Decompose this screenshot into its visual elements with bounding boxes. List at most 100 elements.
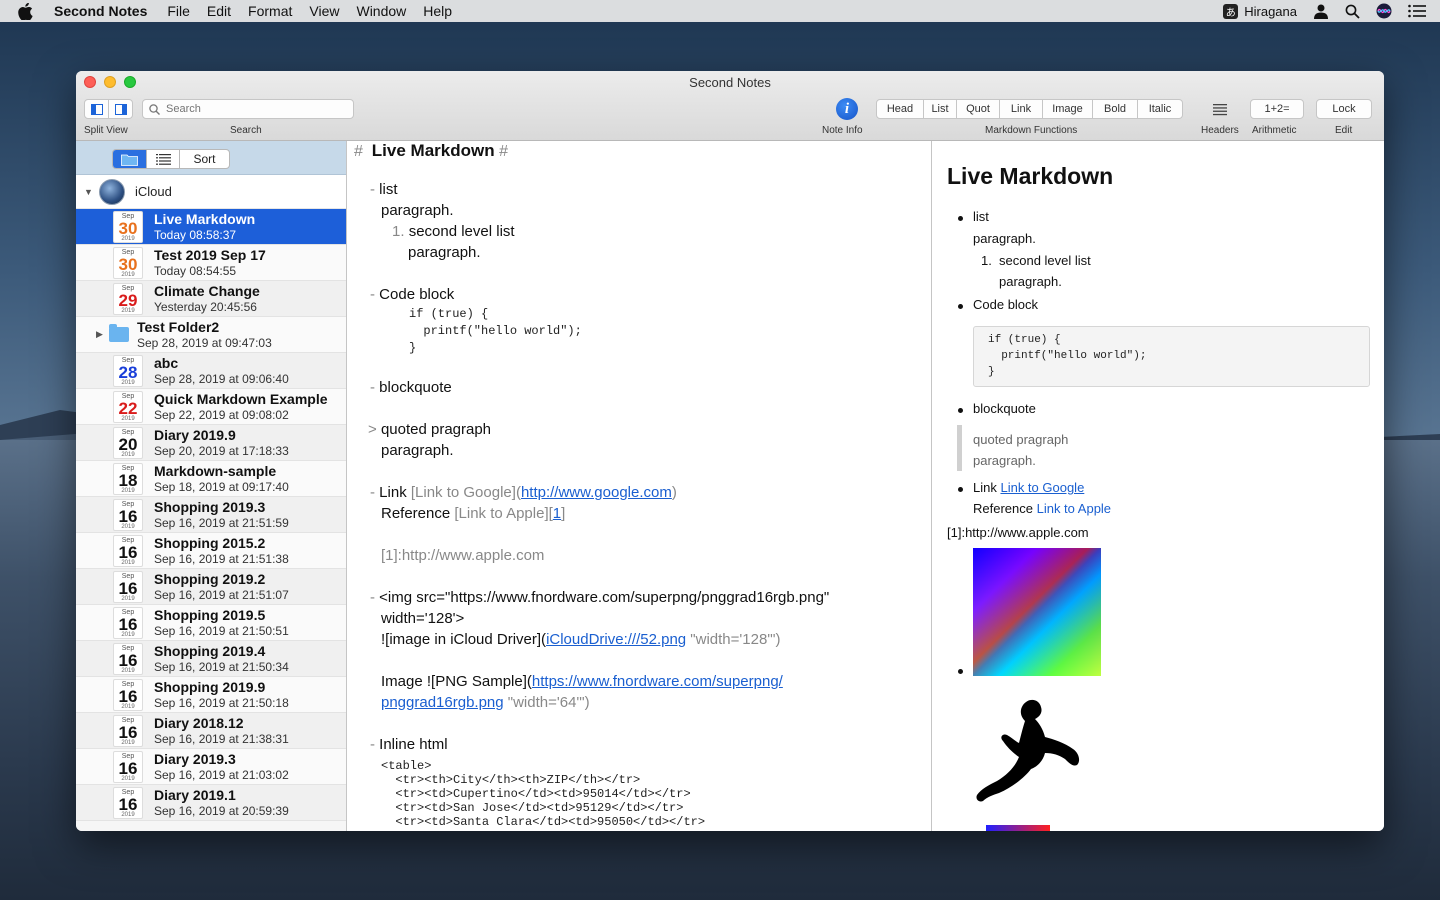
calendar-day: 16	[118, 794, 138, 814]
list-dash: -	[370, 379, 375, 396]
markdown-editor[interactable]: # Live Markdown # - list paragraph. 1. s…	[348, 141, 932, 831]
arithmetic-button[interactable]: 1+2=	[1250, 99, 1304, 119]
sort-button[interactable]: Sort	[179, 150, 229, 168]
preview-bullet	[958, 216, 963, 221]
editor-paragraph-2: paragraph.	[408, 244, 481, 261]
sidebar-right-icon	[114, 103, 127, 115]
note-row[interactable]: Sep 28 2019 abc Sep 28, 2019 at 09:06:40	[76, 353, 346, 389]
editor-ol-line: 1. second level list	[392, 223, 515, 240]
md-head-button[interactable]: Head	[877, 100, 923, 118]
calendar-year: 2019	[121, 451, 135, 458]
split-view-left-button[interactable]	[85, 100, 108, 118]
folder-view-button[interactable]	[113, 150, 146, 168]
folder-row[interactable]: ▶ Test Folder2 Sep 28, 2019 at 09:47:03	[76, 317, 346, 353]
search-input[interactable]	[166, 103, 336, 115]
note-title: Climate Change	[154, 282, 260, 299]
preview-quoted: quoted pragraph	[973, 432, 1069, 447]
menu-window[interactable]: Window	[356, 3, 406, 19]
md-link-button[interactable]: Link	[999, 100, 1042, 118]
lock-button[interactable]: Lock	[1316, 99, 1372, 119]
list-dash: -	[370, 589, 375, 606]
note-row[interactable]: Sep 29 2019 Climate Change Yesterday 20:45:5…	[76, 281, 346, 317]
split-view-label: Split View	[84, 125, 128, 136]
editor-image-line-2: pnggrad16rgb.png "width='64'")	[381, 694, 590, 711]
note-row[interactable]: Sep 18 2019 Markdown-sample Sep 18, 2019 at …	[76, 461, 346, 497]
inline-html-text: Inline html	[379, 736, 448, 753]
list-item-text: list	[379, 181, 398, 198]
note-text: Quick Markdown Example Sep 22, 2019 at 09…	[154, 391, 328, 423]
md-quot-button[interactable]: Quot	[956, 100, 999, 118]
png-sample-link-cont[interactable]: pnggrad16rgb.png	[381, 694, 504, 711]
siri-icon[interactable]	[1376, 3, 1392, 19]
ref-num-close: ]	[561, 505, 566, 522]
preview-apple-link[interactable]: Link to Apple	[1037, 501, 1111, 516]
list-dash: -	[370, 736, 375, 753]
note-date: Sep 20, 2019 at 17:18:33	[154, 443, 289, 458]
note-title: Shopping 2019.4	[154, 642, 266, 659]
note-row[interactable]: Sep 16 2019 Shopping 2019.2 Sep 16, 2019 at …	[76, 569, 346, 605]
calendar-icon: Sep 29 2019	[113, 282, 143, 315]
note-row[interactable]: Sep 16 2019 Shopping 2019.3 Sep 16, 2019 at …	[76, 497, 346, 533]
note-row[interactable]: Sep 16 2019 Diary 2019.3 Sep 16, 2019 at 21:…	[76, 749, 346, 785]
menu-help[interactable]: Help	[423, 3, 452, 19]
spotlight-search-icon[interactable]	[1345, 4, 1360, 19]
note-text: Shopping 2019.3 Sep 16, 2019 at 21:51:59	[154, 499, 289, 531]
md-image-button[interactable]: Image	[1042, 100, 1092, 118]
note-text: Shopping 2015.2 Sep 16, 2019 at 21:51:38	[154, 535, 289, 567]
note-row[interactable]: Sep 16 2019 Diary 2018.12 Sep 16, 2019 at 21…	[76, 713, 346, 749]
disclosure-triangle-icon[interactable]: ▼	[84, 187, 94, 197]
icloud-image-link[interactable]: iCloudDrive:///52.png	[546, 631, 686, 648]
calendar-day: 28	[118, 362, 138, 382]
search-field[interactable]	[142, 99, 354, 119]
google-link[interactable]: http://www.google.com	[521, 484, 672, 501]
note-date: Sep 16, 2019 at 21:50:18	[154, 695, 289, 710]
preview-google-link[interactable]: Link to Google	[1000, 480, 1084, 495]
list-view-button[interactable]	[146, 150, 179, 168]
note-text: Shopping 2019.4 Sep 16, 2019 at 21:50:34	[154, 643, 289, 675]
preview-blockquote-title: blockquote	[973, 401, 1036, 416]
split-view-right-button[interactable]	[108, 100, 132, 118]
note-row[interactable]: Sep 30 2019 Test 2019 Sep 17 Today 08:54:55	[76, 245, 346, 281]
note-row[interactable]: Sep 30 2019 Live Markdown Today 08:58:37	[76, 209, 346, 245]
user-icon[interactable]	[1313, 3, 1329, 19]
editor-html-line-4: <tr><td>San Jose</td><td>95129</td></tr>	[381, 801, 684, 815]
info-icon: i	[844, 100, 850, 117]
preview-small-png-image	[986, 825, 1050, 831]
apple-icon[interactable]	[18, 2, 36, 20]
menu-app-name[interactable]: Second Notes	[54, 3, 147, 19]
note-text: Test 2019 Sep 17 Today 08:54:55	[154, 247, 266, 279]
icloud-root-row[interactable]: ▼ iCloud	[76, 175, 346, 209]
note-date: Today 08:58:37	[154, 227, 237, 242]
note-row[interactable]: Sep 20 2019 Diary 2019.9 Sep 20, 2019 at 17:…	[76, 425, 346, 461]
note-row[interactable]: Sep 16 2019 Shopping 2015.2 Sep 16, 2019 at …	[76, 533, 346, 569]
preview-ol-number: 1.	[981, 253, 992, 268]
notification-center-icon[interactable]	[1408, 4, 1426, 18]
md-bold-button[interactable]: Bold	[1092, 100, 1137, 118]
menu-format[interactable]: Format	[248, 3, 292, 19]
note-info-button[interactable]: i	[836, 98, 858, 120]
icloud-image-prefix: ![image in iCloud Driver](	[381, 631, 547, 648]
md-list-button[interactable]: List	[923, 100, 956, 118]
note-date: Sep 16, 2019 at 21:50:34	[154, 659, 289, 674]
note-date: Sep 16, 2019 at 21:38:31	[154, 731, 289, 746]
note-date: Sep 18, 2019 at 09:17:40	[154, 479, 289, 494]
menu-view[interactable]: View	[309, 3, 339, 19]
note-row[interactable]: Sep 16 2019 Shopping 2019.5 Sep 16, 2019 at …	[76, 605, 346, 641]
headers-menu-icon[interactable]	[1212, 101, 1228, 117]
menu-file[interactable]: File	[167, 3, 190, 19]
png-sample-link[interactable]: https://www.fnordware.com/superpng/	[532, 673, 783, 690]
note-title: abc	[154, 354, 179, 371]
md-italic-button[interactable]: Italic	[1137, 100, 1182, 118]
calendar-icon: Sep 16 2019	[113, 678, 143, 711]
input-method-menu[interactable]: あ Hiragana	[1223, 3, 1297, 19]
editor-html-line-5: <tr><td>Santa Clara</td><td>95050</td></…	[381, 815, 706, 829]
note-row[interactable]: Sep 16 2019 Shopping 2019.4 Sep 16, 2019 at …	[76, 641, 346, 677]
editor-link-line: - Link [Link to Google](http://www.googl…	[370, 484, 677, 501]
reference-number-link[interactable]: 1	[553, 505, 561, 522]
disclosure-triangle-icon[interactable]: ▶	[96, 329, 103, 340]
note-row[interactable]: Sep 16 2019 Diary 2019.1 Sep 16, 2019 at 20:…	[76, 785, 346, 821]
preview-reference-def: [1]:http://www.apple.com	[947, 525, 1089, 540]
note-row[interactable]: Sep 22 2019 Quick Markdown Example Sep 22, 2…	[76, 389, 346, 425]
menu-edit[interactable]: Edit	[207, 3, 231, 19]
note-row[interactable]: Sep 16 2019 Shopping 2019.9 Sep 16, 2019 at …	[76, 677, 346, 713]
